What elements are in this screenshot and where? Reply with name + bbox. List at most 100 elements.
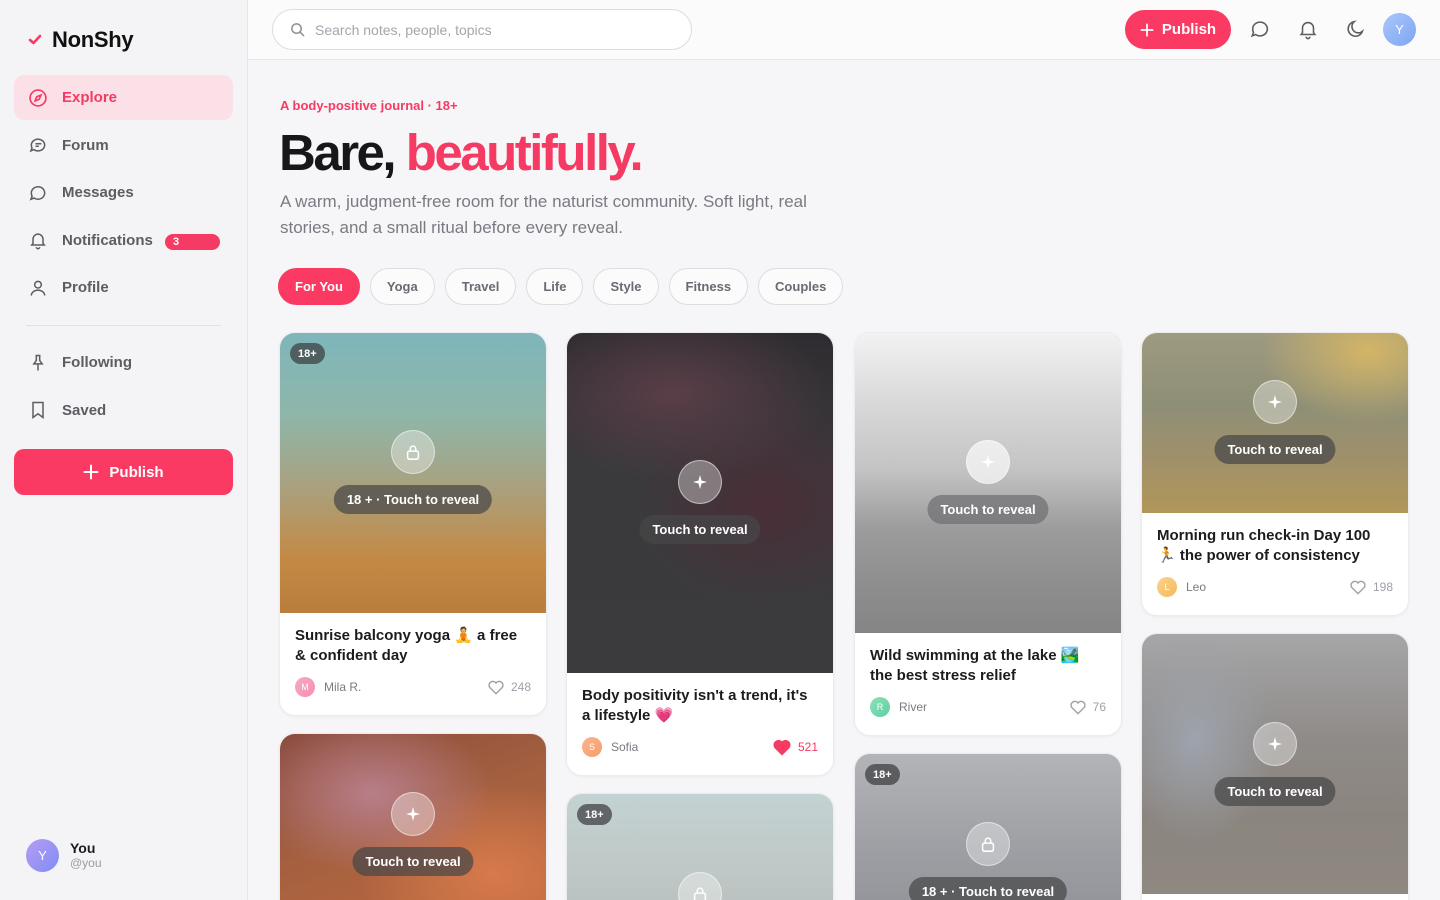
message-icon[interactable] (1249, 18, 1271, 40)
lock-icon (391, 430, 435, 474)
blurred-image[interactable]: Touch to reveal (280, 734, 546, 900)
sidebar-item-messages[interactable]: Messages (14, 170, 233, 215)
bell-icon (30, 233, 46, 250)
age-badge: 18+ (865, 764, 900, 785)
reveal-button[interactable]: Touch to reveal (1214, 435, 1336, 464)
logo-check-icon (28, 34, 42, 45)
reveal-button[interactable]: Touch to reveal (352, 847, 474, 876)
chip-yoga[interactable]: Yoga (369, 268, 435, 305)
reveal-button[interactable]: Touch to reveal (639, 515, 761, 544)
sidebar-item-label: Forum (62, 136, 109, 154)
user-name: You (70, 840, 96, 856)
chip-style[interactable]: Style (593, 268, 659, 305)
age-badge: 18+ (577, 804, 612, 825)
sidebar-item-explore[interactable]: Explore (14, 75, 233, 120)
sidebar-item-saved[interactable]: Saved (14, 388, 233, 433)
heart-icon (488, 680, 504, 695)
reveal-button[interactable]: 18 + · Touch to reveal (333, 485, 493, 514)
avatar[interactable]: R (870, 697, 890, 717)
blurred-image[interactable]: Touch to reveal (567, 333, 833, 673)
sidebar-item-label: Messages (62, 184, 134, 201)
post-title: Sunrise balcony yoga 🧘 a free & confiden… (295, 627, 518, 664)
sidebar-item-following[interactable]: Following (14, 340, 233, 385)
pin-icon (32, 354, 44, 370)
secondary-nav: Following Saved (14, 340, 233, 435)
logo[interactable]: NonShy (28, 27, 134, 53)
blurred-image[interactable]: Touch to reveal (1142, 634, 1408, 894)
lock-icon (678, 872, 722, 900)
reveal-button[interactable]: Touch to reveal (927, 495, 1049, 524)
sparkle-icon (678, 460, 722, 504)
like-button[interactable]: 198 (1349, 579, 1393, 595)
blurred-image[interactable]: 18+ 18 + · Touch to reveal (280, 333, 546, 613)
blurred-image[interactable]: Touch to reveal (1142, 333, 1408, 513)
sparkle-icon (391, 792, 435, 836)
avatar[interactable]: L (1157, 577, 1177, 597)
post-card[interactable]: Touch to reveal Morning run check-in Day… (1141, 332, 1409, 616)
chip-fitness[interactable]: Fitness (668, 268, 749, 305)
avatar[interactable]: M (295, 677, 315, 697)
chip-life[interactable]: Life (526, 268, 584, 305)
sparkle-icon (1253, 380, 1297, 424)
post-meta: R River 76 (870, 697, 1106, 717)
like-button[interactable]: 521 (772, 738, 818, 756)
sidebar-item-label: Following (62, 354, 132, 371)
header-publish-button[interactable]: Publish (1125, 10, 1231, 49)
post-card[interactable]: Touch to reveal (279, 733, 547, 900)
compass-icon (29, 88, 47, 107)
author-name[interactable]: Leo (1186, 580, 1349, 594)
post-meta: S Sofia 521 (582, 737, 818, 757)
author-name[interactable]: Mila R. (324, 680, 487, 694)
heart-icon (1070, 700, 1086, 715)
avatar[interactable]: S (582, 737, 602, 757)
plus-icon (1140, 22, 1154, 37)
chip-travel[interactable]: Travel (444, 268, 517, 305)
category-filters: For You Yoga Travel Life Style Fitness C… (278, 268, 844, 305)
sidebar-publish-button[interactable]: Publish (14, 449, 233, 495)
post-card[interactable]: 18+ (566, 793, 834, 900)
avatar[interactable]: Y (1383, 13, 1416, 46)
post-title: Wild swimming at the lake 🏞️ the best st… (870, 647, 1080, 684)
current-user[interactable]: Y You @you (26, 839, 102, 872)
author-name[interactable]: Sofia (611, 740, 772, 754)
sparkle-icon (966, 440, 1010, 484)
lock-icon (966, 822, 1010, 866)
post-card[interactable]: Touch to reveal Body positivity isn't a … (566, 332, 834, 776)
blurred-image[interactable]: 18+ 18 + · Touch to reveal (855, 754, 1121, 900)
bookmark-icon (32, 401, 44, 419)
moon-icon[interactable] (1345, 18, 1367, 40)
search-input[interactable] (315, 21, 675, 38)
nav-divider (26, 325, 221, 326)
chip-for-you[interactable]: For You (278, 268, 360, 305)
blurred-image[interactable]: Touch to reveal (855, 333, 1121, 633)
post-meta: L Leo 198 (1157, 577, 1393, 597)
sidebar-item-forum[interactable]: Forum (14, 123, 233, 168)
reveal-button[interactable]: Touch to reveal (1214, 777, 1336, 806)
publish-label: Publish (1161, 21, 1217, 38)
post-card[interactable]: Touch to reveal Wild swimming at the lak… (854, 332, 1122, 736)
reveal-button[interactable]: 18 + · Touch to reveal (908, 877, 1068, 900)
sidebar-item-notifications[interactable]: Notifications 3 (14, 218, 233, 263)
title-plain: Bare, (279, 124, 397, 181)
like-button[interactable]: 248 (487, 679, 531, 695)
avatar: Y (26, 839, 59, 872)
post-card[interactable]: 18+ 18 + · Touch to reveal Sunrise balco… (279, 332, 547, 716)
sidebar: NonShy Explore Forum Messages Notificati… (0, 0, 248, 900)
user-icon (30, 280, 46, 296)
search-box[interactable] (272, 9, 692, 50)
bell-icon[interactable] (1297, 18, 1319, 40)
sidebar-item-profile[interactable]: Profile (14, 265, 233, 310)
user-handle: @you (70, 856, 102, 870)
chip-couples[interactable]: Couples (758, 268, 844, 305)
post-card[interactable]: Touch to reveal (1141, 633, 1409, 900)
like-button[interactable]: 76 (1069, 699, 1106, 715)
sparkle-icon (1253, 722, 1297, 766)
author-name[interactable]: River (899, 700, 1069, 714)
publish-label: Publish (109, 463, 164, 481)
hero-eyebrow: A body-positive journal · 18+ (280, 98, 458, 113)
post-card[interactable]: 18+ 18 + · Touch to reveal (854, 753, 1122, 900)
blurred-image[interactable]: 18+ (567, 794, 833, 900)
like-count: 198 (1372, 580, 1393, 594)
sidebar-item-label: Notifications (62, 231, 153, 249)
hero-description: A warm, judgment-free room for the natur… (280, 192, 807, 237)
